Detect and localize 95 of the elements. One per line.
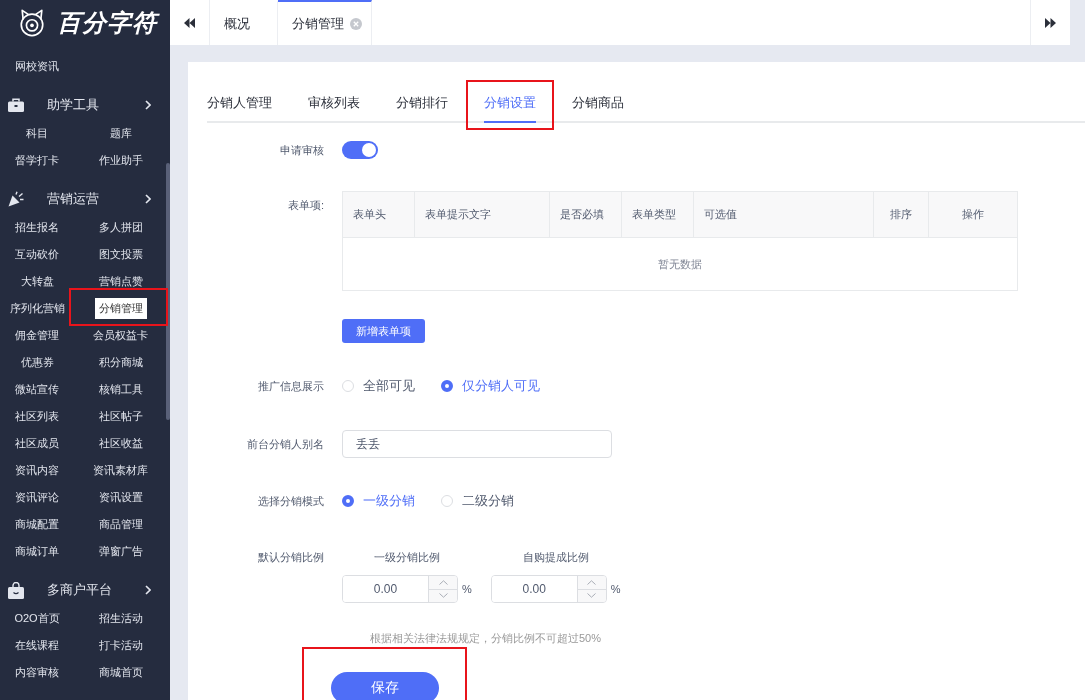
increment-button[interactable]: [429, 576, 457, 589]
sidebar-item[interactable]: 科目: [22, 123, 52, 144]
column-header: 表单头: [343, 192, 415, 237]
sidebar-group-header[interactable]: 多商户平台: [0, 575, 167, 605]
save-button[interactable]: 保存: [331, 672, 439, 700]
sidebar-item[interactable]: 商品管理: [94, 514, 147, 535]
sidebar-item[interactable]: 招生报名: [11, 217, 63, 238]
page-tab[interactable]: 概况: [210, 0, 278, 45]
sidebar-group-header[interactable]: 助学工具: [0, 90, 167, 120]
double-arrow-left-icon: [184, 17, 195, 28]
radio-label[interactable]: 仅分销人可见: [462, 377, 540, 395]
field-label: 默认分销比例: [257, 550, 324, 565]
sidebar-item[interactable]: 督学打卡: [11, 150, 63, 171]
briefcase-icon: [8, 98, 24, 112]
scrollbar-thumb[interactable]: [166, 163, 170, 420]
sidebar-item[interactable]: 作业助手: [94, 150, 147, 171]
sidebar-item[interactable]: 在线课程: [11, 635, 63, 656]
sidebar-item[interactable]: 多人拼团: [94, 217, 147, 238]
shopping-bag-icon: [8, 581, 24, 599]
sidebar-item[interactable]: 佣金管理: [11, 325, 63, 346]
chevron-right-icon: [145, 194, 151, 204]
chevron-up-icon: [587, 579, 597, 585]
logo-icon: [18, 8, 46, 37]
sidebar-item[interactable]: 招生活动: [94, 608, 147, 629]
sidebar-item[interactable]: 图文投票: [94, 244, 147, 265]
hint-text: 根据相关法律法规规定，分销比例不可超过50%: [370, 632, 603, 644]
number-input[interactable]: 0.00: [342, 575, 458, 603]
sidebar-item[interactable]: 商城配置: [11, 514, 63, 535]
sidebar-item[interactable]: 社区成员: [11, 433, 63, 454]
sidebar-item[interactable]: 互动砍价: [11, 244, 63, 265]
sidebar-item[interactable]: 资讯内容: [11, 460, 63, 481]
close-icon[interactable]: [350, 17, 362, 30]
page-tab[interactable]: 分销管理: [278, 0, 372, 45]
double-arrow-right-icon: [1045, 17, 1056, 28]
column-header: 是否必填: [550, 192, 622, 237]
unit-label: %: [462, 583, 472, 595]
sidebar-item[interactable]: 营销点赞: [94, 271, 147, 292]
radio-label[interactable]: 全部可见: [363, 377, 415, 395]
field-label: 前台分销人别名: [246, 437, 324, 452]
sidebar-item[interactable]: 会员权益卡: [89, 325, 152, 346]
sidebar-item[interactable]: O2O首页: [10, 608, 64, 629]
chevron-up-icon: [438, 579, 448, 585]
sidebar-item[interactable]: 商城首页: [94, 662, 147, 683]
radio-label[interactable]: 二级分销: [462, 492, 514, 510]
settings-tab[interactable]: 分销人管理: [207, 94, 272, 123]
ratio-label: 一级分销比例: [373, 550, 440, 565]
sidebar-item[interactable]: 积分商城: [94, 352, 147, 373]
settings-tab[interactable]: 审核列表: [308, 94, 360, 123]
chevron-down-icon: [587, 593, 597, 599]
chevron-down-icon: [438, 593, 448, 599]
toggle-switch[interactable]: [342, 141, 378, 159]
sidebar-item[interactable]: 资讯评论: [11, 487, 63, 508]
sidebar-item[interactable]: 网校资讯: [11, 56, 63, 77]
sidebar-item[interactable]: 弹窗广告: [94, 541, 147, 562]
column-header: 排序: [874, 192, 929, 237]
radio-button[interactable]: [342, 495, 354, 507]
sidebar-item[interactable]: 分销管理: [94, 298, 147, 319]
field-label: 申请审核: [279, 143, 324, 158]
ratio-label: 自购提成比例: [522, 550, 589, 565]
sidebar-item[interactable]: 优惠券: [16, 352, 58, 373]
sidebar-item[interactable]: 核销工具: [94, 379, 147, 400]
sidebar-item[interactable]: 社区列表: [11, 406, 63, 427]
sidebar-item[interactable]: 资讯素材库: [89, 460, 152, 481]
settings-tab[interactable]: 分销设置: [484, 94, 536, 123]
sidebar-item[interactable]: 微站宣传: [11, 379, 63, 400]
chevron-right-icon: [145, 585, 151, 595]
add-form-item-button[interactable]: 新增表单项: [342, 319, 425, 343]
party-popper-icon: [8, 191, 24, 207]
field-label: 表单项:: [286, 198, 324, 213]
radio-button[interactable]: [441, 380, 453, 392]
sidebar-item[interactable]: 打卡活动: [94, 635, 147, 656]
sidebar-item[interactable]: 序列化营销: [5, 298, 69, 319]
field-label: 推广信息展示: [257, 379, 324, 394]
chevron-right-icon: [145, 100, 151, 110]
radio-label[interactable]: 一级分销: [363, 492, 415, 510]
sidebar-group-header[interactable]: 营销运营: [0, 184, 167, 214]
sidebar-item[interactable]: 内容审核: [11, 662, 63, 683]
column-header: 表单提示文字: [415, 192, 550, 237]
field-label: 选择分销模式: [257, 494, 324, 509]
sidebar-item[interactable]: 商城订单: [11, 541, 63, 562]
sidebar-item[interactable]: 题库: [105, 123, 136, 144]
empty-message: 暂无数据: [658, 256, 702, 272]
sidebar-item[interactable]: 大转盘: [16, 271, 58, 292]
sidebar-item[interactable]: 社区帖子: [94, 406, 147, 427]
column-header: 操作: [961, 207, 985, 222]
sidebar-item[interactable]: 资讯设置: [94, 487, 147, 508]
column-header: 表单类型: [622, 192, 694, 237]
unit-label: %: [610, 583, 621, 595]
column-header: 可选值: [694, 192, 874, 237]
settings-tab[interactable]: 分销排行: [396, 94, 448, 123]
text-input[interactable]: 丢丢: [342, 430, 612, 458]
number-input[interactable]: 0.00: [490, 575, 607, 603]
increment-button[interactable]: [577, 576, 606, 589]
settings-tab[interactable]: 分销商品: [572, 94, 624, 123]
sidebar-item[interactable]: 社区收益: [94, 433, 147, 454]
